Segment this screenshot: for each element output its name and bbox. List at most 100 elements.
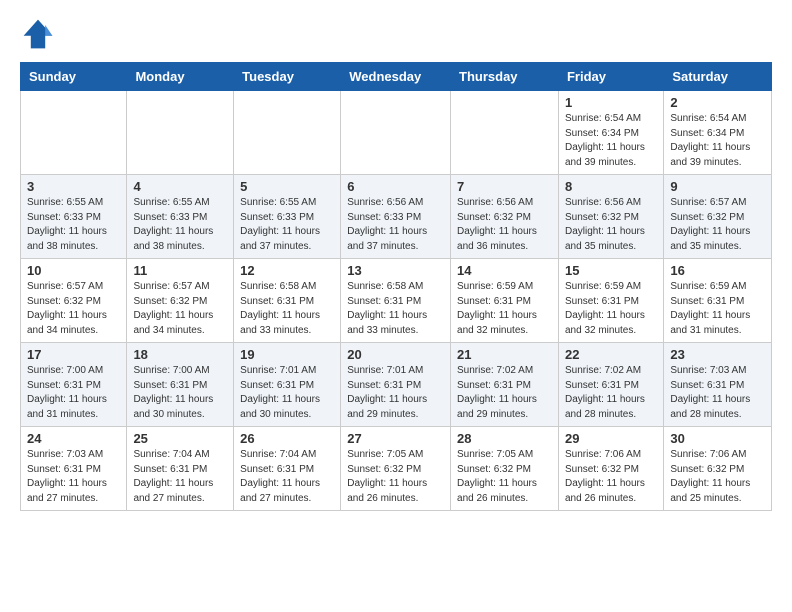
calendar-cell: 9 Sunrise: 6:57 AM Sunset: 6:32 PM Daylig… [664, 175, 772, 259]
calendar-cell: 20 Sunrise: 7:01 AM Sunset: 6:31 PM Dayli… [341, 343, 451, 427]
day-number: 23 [670, 347, 765, 362]
calendar-week-row: 1 Sunrise: 6:54 AM Sunset: 6:34 PM Daylig… [21, 91, 772, 175]
calendar-cell: 26 Sunrise: 7:04 AM Sunset: 6:31 PM Dayli… [234, 427, 341, 511]
day-info: Sunrise: 6:58 AM Sunset: 6:31 PM Dayligh… [240, 280, 334, 338]
calendar-cell: 7 Sunrise: 6:56 AM Sunset: 6:32 PM Daylig… [451, 175, 559, 259]
day-number: 12 [240, 263, 334, 278]
calendar-cell: 13Sunrise: 6:58 AM Sunset: 6:31 PM Dayli… [341, 259, 451, 343]
calendar-header-wednesday: Wednesday [341, 63, 451, 91]
calendar-cell: 14 Sunrise: 6:59 AM Sunset: 6:31 PM Dayli… [451, 259, 559, 343]
day-info: Sunrise: 7:01 AM Sunset: 6:31 PM Dayligh… [347, 364, 444, 422]
day-info: Sunrise: 7:06 AM Sunset: 6:32 PM Dayligh… [565, 448, 657, 506]
day-info: Sunrise: 6:59 AM Sunset: 6:31 PM Dayligh… [457, 280, 552, 338]
day-number: 9 [670, 179, 765, 194]
day-info: Sunrise: 7:05 AM Sunset: 6:32 PM Dayligh… [457, 448, 552, 506]
day-number: 1 [565, 95, 657, 110]
day-number: 17 [27, 347, 120, 362]
day-info: Sunrise: 6:55 AM Sunset: 6:33 PM Dayligh… [133, 196, 227, 254]
day-number: 7 [457, 179, 552, 194]
day-info: Sunrise: 7:02 AM Sunset: 6:31 PM Dayligh… [565, 364, 657, 422]
calendar-header-tuesday: Tuesday [234, 63, 341, 91]
day-number: 13 [347, 263, 444, 278]
calendar-cell: 21Sunrise: 7:02 AM Sunset: 6:31 PM Dayli… [451, 343, 559, 427]
calendar-week-row: 17 Sunrise: 7:00 AM Sunset: 6:31 PM Dayli… [21, 343, 772, 427]
day-number: 27 [347, 431, 444, 446]
day-info: Sunrise: 6:57 AM Sunset: 6:32 PM Dayligh… [133, 280, 227, 338]
calendar-cell: 2 Sunrise: 6:54 AM Sunset: 6:34 PM Daylig… [664, 91, 772, 175]
day-info: Sunrise: 6:59 AM Sunset: 6:31 PM Dayligh… [670, 280, 765, 338]
calendar-cell [127, 91, 234, 175]
calendar-cell: 6Sunrise: 6:56 AM Sunset: 6:33 PM Daylig… [341, 175, 451, 259]
calendar-cell [451, 91, 559, 175]
day-number: 30 [670, 431, 765, 446]
calendar-cell: 1 Sunrise: 6:54 AM Sunset: 6:34 PM Daylig… [558, 91, 663, 175]
day-number: 19 [240, 347, 334, 362]
day-info: Sunrise: 6:57 AM Sunset: 6:32 PM Dayligh… [27, 280, 120, 338]
calendar-cell: 19 Sunrise: 7:01 AM Sunset: 6:31 PM Dayli… [234, 343, 341, 427]
day-number: 28 [457, 431, 552, 446]
calendar: SundayMondayTuesdayWednesdayThursdayFrid… [20, 62, 772, 511]
day-info: Sunrise: 7:02 AM Sunset: 6:31 PM Dayligh… [457, 364, 552, 422]
day-info: Sunrise: 6:59 AM Sunset: 6:31 PM Dayligh… [565, 280, 657, 338]
calendar-cell: 29 Sunrise: 7:06 AM Sunset: 6:32 PM Dayli… [558, 427, 663, 511]
calendar-week-row: 3 Sunrise: 6:55 AM Sunset: 6:33 PM Daylig… [21, 175, 772, 259]
calendar-cell: 16 Sunrise: 6:59 AM Sunset: 6:31 PM Dayli… [664, 259, 772, 343]
calendar-header-monday: Monday [127, 63, 234, 91]
day-number: 10 [27, 263, 120, 278]
calendar-week-row: 10 Sunrise: 6:57 AM Sunset: 6:32 PM Dayli… [21, 259, 772, 343]
calendar-cell: 27 Sunrise: 7:05 AM Sunset: 6:32 PM Dayli… [341, 427, 451, 511]
day-info: Sunrise: 6:56 AM Sunset: 6:32 PM Dayligh… [565, 196, 657, 254]
day-info: Sunrise: 7:04 AM Sunset: 6:31 PM Dayligh… [240, 448, 334, 506]
day-info: Sunrise: 6:56 AM Sunset: 6:32 PM Dayligh… [457, 196, 552, 254]
day-info: Sunrise: 7:04 AM Sunset: 6:31 PM Dayligh… [133, 448, 227, 506]
calendar-cell [234, 91, 341, 175]
day-number: 4 [133, 179, 227, 194]
day-number: 20 [347, 347, 444, 362]
day-info: Sunrise: 7:05 AM Sunset: 6:32 PM Dayligh… [347, 448, 444, 506]
calendar-cell: 5 Sunrise: 6:55 AM Sunset: 6:33 PM Daylig… [234, 175, 341, 259]
day-number: 29 [565, 431, 657, 446]
calendar-header-friday: Friday [558, 63, 663, 91]
day-number: 16 [670, 263, 765, 278]
day-number: 14 [457, 263, 552, 278]
day-number: 3 [27, 179, 120, 194]
day-info: Sunrise: 7:01 AM Sunset: 6:31 PM Dayligh… [240, 364, 334, 422]
calendar-cell: 12 Sunrise: 6:58 AM Sunset: 6:31 PM Dayli… [234, 259, 341, 343]
page: SundayMondayTuesdayWednesdayThursdayFrid… [0, 0, 792, 531]
day-number: 24 [27, 431, 120, 446]
calendar-cell: 18 Sunrise: 7:00 AM Sunset: 6:31 PM Dayli… [127, 343, 234, 427]
calendar-cell: 15 Sunrise: 6:59 AM Sunset: 6:31 PM Dayli… [558, 259, 663, 343]
calendar-cell: 10 Sunrise: 6:57 AM Sunset: 6:32 PM Dayli… [21, 259, 127, 343]
day-number: 25 [133, 431, 227, 446]
calendar-cell: 30 Sunrise: 7:06 AM Sunset: 6:32 PM Dayli… [664, 427, 772, 511]
day-info: Sunrise: 7:03 AM Sunset: 6:31 PM Dayligh… [27, 448, 120, 506]
calendar-week-row: 24 Sunrise: 7:03 AM Sunset: 6:31 PM Dayli… [21, 427, 772, 511]
calendar-cell: 17 Sunrise: 7:00 AM Sunset: 6:31 PM Dayli… [21, 343, 127, 427]
calendar-cell: 24 Sunrise: 7:03 AM Sunset: 6:31 PM Dayli… [21, 427, 127, 511]
day-number: 18 [133, 347, 227, 362]
day-info: Sunrise: 6:57 AM Sunset: 6:32 PM Dayligh… [670, 196, 765, 254]
calendar-cell: 22 Sunrise: 7:02 AM Sunset: 6:31 PM Dayli… [558, 343, 663, 427]
calendar-cell: 4 Sunrise: 6:55 AM Sunset: 6:33 PM Daylig… [127, 175, 234, 259]
logo [20, 16, 60, 52]
calendar-cell [341, 91, 451, 175]
calendar-cell: 23Sunrise: 7:03 AM Sunset: 6:31 PM Dayli… [664, 343, 772, 427]
calendar-header-thursday: Thursday [451, 63, 559, 91]
day-number: 22 [565, 347, 657, 362]
day-info: Sunrise: 7:00 AM Sunset: 6:31 PM Dayligh… [133, 364, 227, 422]
day-info: Sunrise: 6:55 AM Sunset: 6:33 PM Dayligh… [240, 196, 334, 254]
day-number: 26 [240, 431, 334, 446]
day-info: Sunrise: 7:06 AM Sunset: 6:32 PM Dayligh… [670, 448, 765, 506]
day-number: 15 [565, 263, 657, 278]
calendar-cell [21, 91, 127, 175]
day-number: 2 [670, 95, 765, 110]
day-number: 5 [240, 179, 334, 194]
logo-icon [20, 16, 56, 52]
calendar-cell: 3Sunrise: 6:55 AM Sunset: 6:33 PM Daylig… [21, 175, 127, 259]
day-info: Sunrise: 6:54 AM Sunset: 6:34 PM Dayligh… [670, 112, 765, 170]
calendar-cell: 11 Sunrise: 6:57 AM Sunset: 6:32 PM Dayli… [127, 259, 234, 343]
day-number: 8 [565, 179, 657, 194]
day-info: Sunrise: 6:54 AM Sunset: 6:34 PM Dayligh… [565, 112, 657, 170]
day-number: 11 [133, 263, 227, 278]
day-info: Sunrise: 7:00 AM Sunset: 6:31 PM Dayligh… [27, 364, 120, 422]
